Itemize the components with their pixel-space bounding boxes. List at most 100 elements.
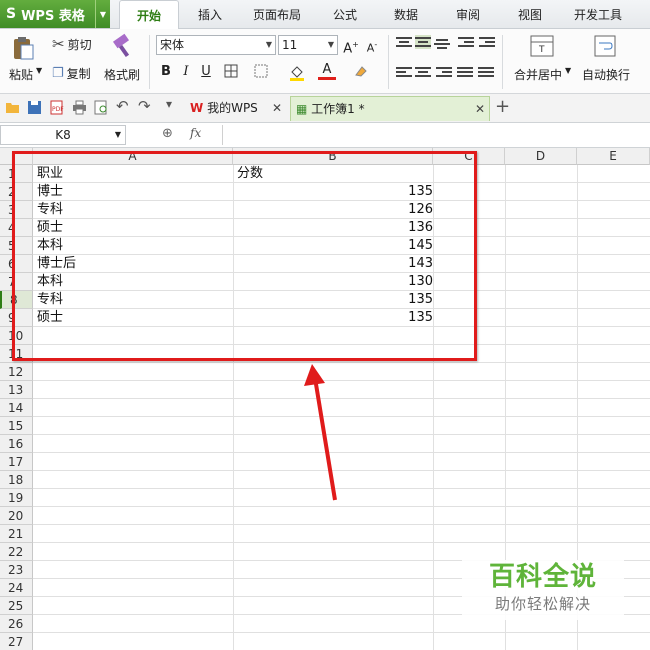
open-folder-icon[interactable] <box>5 100 20 115</box>
row-header[interactable]: 14 <box>0 399 33 417</box>
tab-insert[interactable]: 插入 <box>185 0 235 28</box>
tab-developer[interactable]: 开发工具 <box>566 0 630 28</box>
print-icon[interactable] <box>72 100 87 115</box>
row-header[interactable]: 1 <box>0 165 33 183</box>
close-icon[interactable]: ✕ <box>475 97 485 121</box>
clear-format-icon[interactable] <box>352 63 370 81</box>
row-header[interactable]: 27 <box>0 633 33 650</box>
cell-a[interactable]: 博士后 <box>37 255 76 273</box>
row-header[interactable]: 19 <box>0 489 33 507</box>
merge-center-button[interactable]: 合并居中 <box>514 66 562 83</box>
row-header[interactable]: 24 <box>0 579 33 597</box>
copy-button[interactable]: ❐ 复制 <box>52 65 91 82</box>
fill-pattern-icon[interactable] <box>252 63 270 81</box>
cut-button[interactable]: ✂ 剪切 <box>52 35 92 53</box>
cell-b[interactable]: 130 <box>408 273 433 291</box>
column-header-d[interactable]: D <box>505 148 577 165</box>
close-icon[interactable]: ✕ <box>272 96 282 120</box>
border-icon[interactable] <box>222 63 240 81</box>
row-header[interactable]: 16 <box>0 435 33 453</box>
row-header[interactable]: 20 <box>0 507 33 525</box>
zoom-search-icon[interactable]: ⊕ <box>162 126 173 141</box>
tab-view[interactable]: 视图 <box>505 0 555 28</box>
row-header[interactable]: 11 <box>0 345 33 363</box>
row-header-selected[interactable]: 8 <box>0 291 33 309</box>
align-center-icon[interactable] <box>415 65 431 79</box>
font-name-select[interactable]: 宋体 ▼ <box>156 35 276 55</box>
decrease-indent-icon[interactable] <box>458 35 474 49</box>
align-middle-icon[interactable] <box>415 35 431 49</box>
row-header[interactable]: 23 <box>0 561 33 579</box>
decrease-font-icon[interactable]: A- <box>363 36 381 55</box>
row-header[interactable]: 22 <box>0 543 33 561</box>
cell-a1[interactable]: 职业 <box>37 165 63 183</box>
tab-my-wps[interactable]: W 我的WPS ✕ <box>186 96 286 120</box>
row-header[interactable]: 9 <box>0 309 33 327</box>
row-header[interactable]: 25 <box>0 597 33 615</box>
font-size-select[interactable]: 11 ▼ <box>278 35 338 55</box>
align-bottom-icon[interactable] <box>434 37 450 51</box>
wrap-text-button[interactable]: 自动换行 <box>582 66 630 83</box>
save-icon[interactable] <box>27 100 42 115</box>
cell-b[interactable]: 135 <box>408 291 433 309</box>
fill-color-icon[interactable] <box>288 63 306 81</box>
new-tab-icon[interactable]: + <box>495 96 510 117</box>
row-header[interactable]: 26 <box>0 615 33 633</box>
tab-workbook[interactable]: ▦ 工作簿1 * ✕ <box>290 96 490 121</box>
tab-formulas[interactable]: 公式 <box>320 0 370 28</box>
cell-a[interactable]: 本科 <box>37 237 63 255</box>
cell-b[interactable]: 135 <box>408 183 433 201</box>
redo-icon[interactable]: ↷ <box>138 97 153 115</box>
cell-b[interactable]: 135 <box>408 309 433 327</box>
distributed-align-icon[interactable] <box>478 65 494 79</box>
cell-a[interactable]: 硕士 <box>37 309 63 327</box>
paste-icon[interactable] <box>10 35 36 61</box>
chevron-down-icon[interactable]: ▼ <box>36 66 42 75</box>
underline-icon[interactable]: U <box>197 63 215 81</box>
select-all-corner[interactable] <box>0 148 33 165</box>
row-header[interactable]: 10 <box>0 327 33 345</box>
format-painter-icon[interactable] <box>110 33 136 59</box>
italic-icon[interactable]: I <box>177 63 195 81</box>
function-icon[interactable]: fx <box>190 126 201 140</box>
bold-icon[interactable]: B <box>157 63 175 81</box>
cell-a[interactable]: 本科 <box>37 273 63 291</box>
align-top-icon[interactable] <box>396 35 412 49</box>
row-header[interactable]: 21 <box>0 525 33 543</box>
customize-toolbar-icon[interactable]: ▾ <box>166 97 181 112</box>
tab-data[interactable]: 数据 <box>381 0 431 28</box>
print-preview-icon[interactable] <box>94 100 109 115</box>
row-header[interactable]: 5 <box>0 237 33 255</box>
increase-font-icon[interactable]: A+ <box>342 36 360 56</box>
align-right-icon[interactable] <box>436 65 452 79</box>
column-header-e[interactable]: E <box>577 148 650 165</box>
format-painter-button[interactable]: 格式刷 <box>104 66 140 83</box>
cell-a[interactable]: 专科 <box>37 291 63 309</box>
wrap-text-icon[interactable] <box>594 35 616 57</box>
formula-input[interactable] <box>222 125 650 145</box>
row-header[interactable]: 7 <box>0 273 33 291</box>
row-header[interactable]: 6 <box>0 255 33 273</box>
cell-a[interactable]: 博士 <box>37 183 63 201</box>
cell-b[interactable]: 145 <box>408 237 433 255</box>
paste-button[interactable]: 粘贴 <box>9 66 33 83</box>
cell-b[interactable]: 136 <box>408 219 433 237</box>
name-box[interactable]: K8 ▼ <box>0 125 126 145</box>
tab-home[interactable]: 开始 <box>119 0 179 30</box>
cell-a[interactable]: 硕士 <box>37 219 63 237</box>
column-header-a[interactable]: A <box>33 148 233 165</box>
row-header[interactable]: 3 <box>0 201 33 219</box>
font-color-icon[interactable]: A <box>318 63 336 81</box>
tab-page-layout[interactable]: 页面布局 <box>245 0 309 28</box>
tab-review[interactable]: 审阅 <box>443 0 493 28</box>
export-pdf-icon[interactable]: PDF <box>49 100 64 115</box>
column-header-b[interactable]: B <box>233 148 433 165</box>
cell-b1[interactable]: 分数 <box>237 165 263 183</box>
app-menu-button[interactable]: S WPS 表格 ▼ <box>0 0 110 28</box>
row-header[interactable]: 17 <box>0 453 33 471</box>
increase-indent-icon[interactable] <box>479 35 495 49</box>
chevron-down-icon[interactable]: ▼ <box>95 0 110 28</box>
merge-center-icon[interactable]: T <box>530 35 554 57</box>
row-header[interactable]: 12 <box>0 363 33 381</box>
justify-icon[interactable] <box>457 65 473 79</box>
